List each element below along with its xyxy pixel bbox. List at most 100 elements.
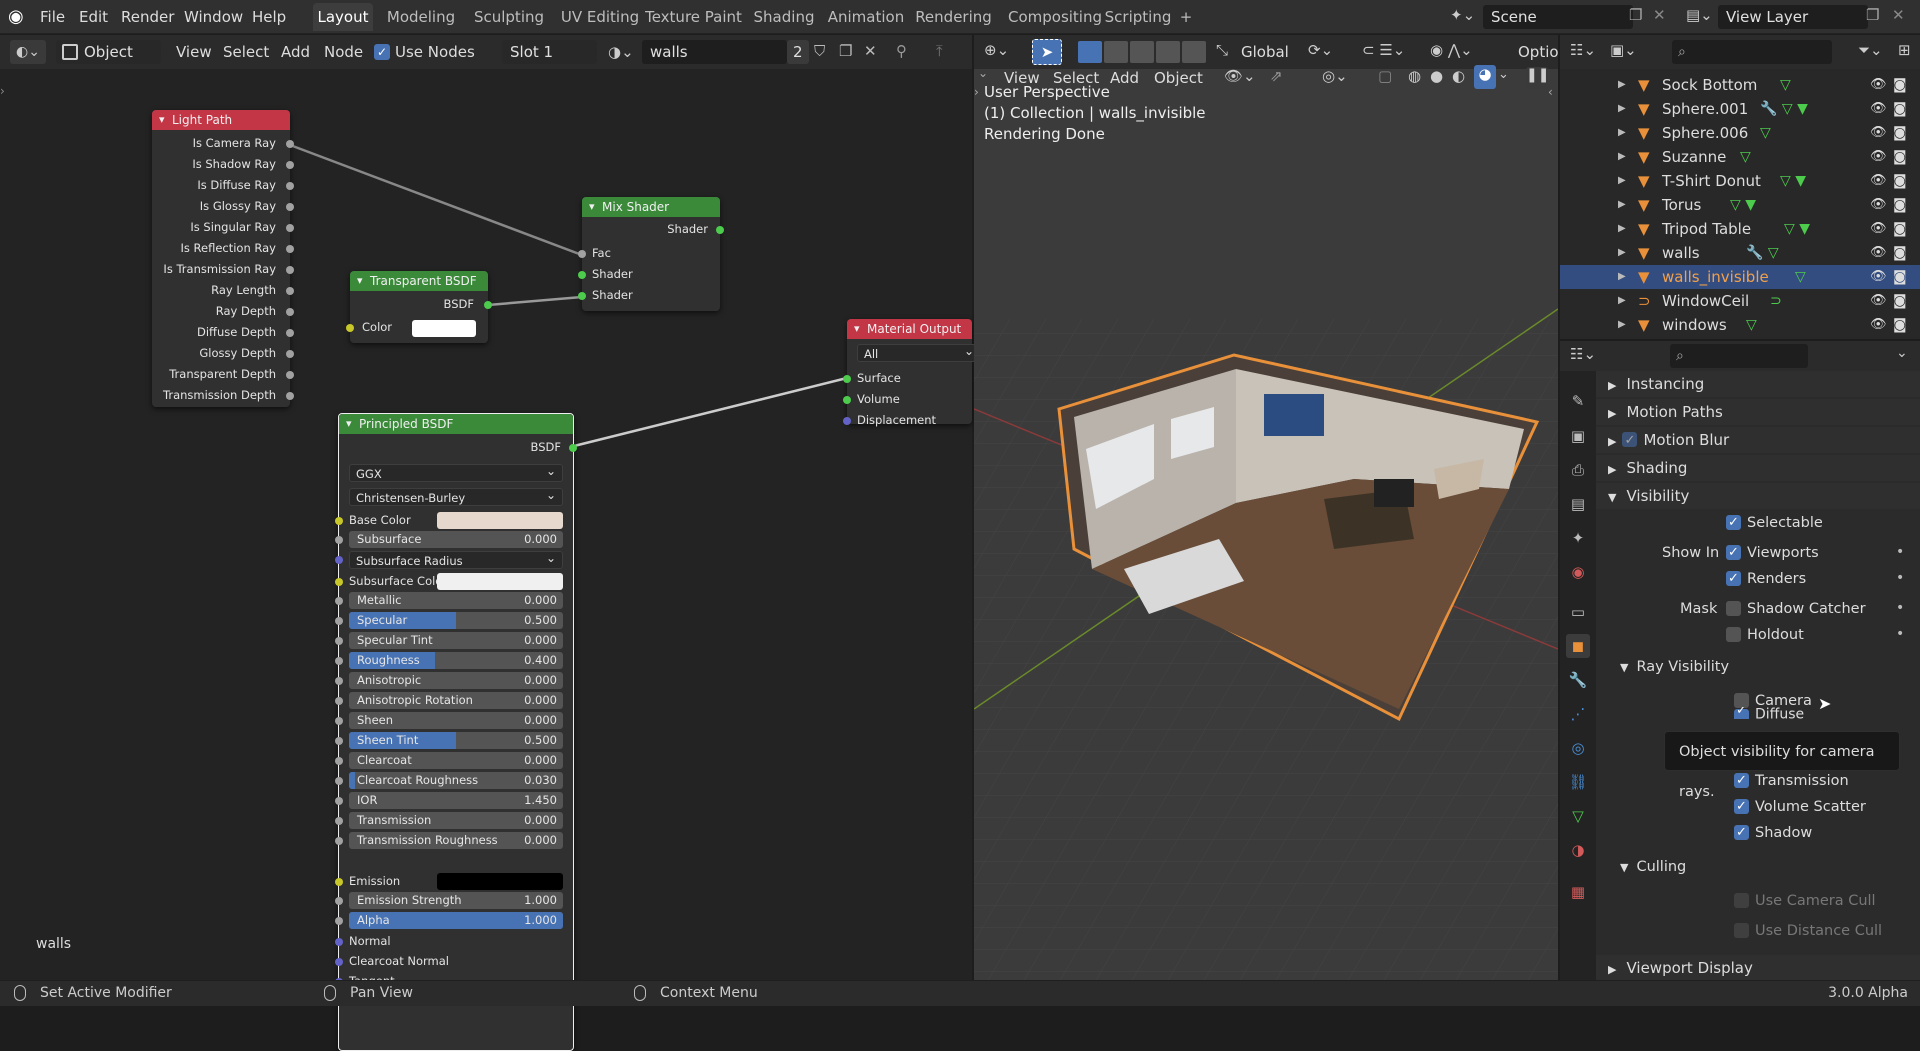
shadow-catcher-checkbox[interactable]: Shadow Catcher [1726, 597, 1866, 621]
add-workspace-button[interactable]: + [1176, 3, 1196, 31]
constraints-tab-icon[interactable]: ⛓ [1566, 770, 1590, 794]
object-data-icons[interactable]: ▽ [1740, 145, 1751, 169]
select-tool-icon[interactable]: ➤ [1032, 39, 1062, 65]
object-data-icons[interactable]: 🔧 ▽ [1746, 241, 1779, 265]
outliner-item[interactable]: ▶ ▼ Sphere.006 👁 ◙ ▽ [1560, 121, 1920, 145]
expand-arrow-icon[interactable]: ▶ [1618, 73, 1626, 97]
tab-scripting[interactable]: Scripting [1093, 3, 1183, 31]
expand-arrow-icon[interactable]: ▶ [1618, 121, 1626, 145]
outliner-display-mode-icon[interactable]: ▣⌄ [1610, 41, 1640, 63]
menu-add[interactable]: Add [281, 40, 310, 64]
outliner-item[interactable]: ▶ ▼ walls 👁 ◙ 🔧 ▽ [1560, 241, 1920, 265]
eye-icon[interactable]: 👁 [1870, 145, 1887, 169]
shading-options-icon[interactable]: ⌄ [1498, 67, 1512, 89]
render-camera-icon[interactable]: ◙ [1893, 289, 1907, 313]
expand-arrow-icon[interactable]: ▶ [1618, 217, 1626, 241]
slot-dropdown[interactable]: Slot 1 [502, 40, 597, 64]
socket-light-path-out-8[interactable] [286, 308, 294, 316]
material-name-field[interactable]: walls [642, 40, 787, 64]
material-tab-icon[interactable]: ◑ [1566, 838, 1590, 862]
menu-view[interactable]: View [176, 40, 212, 64]
socket-mix-shader2-in[interactable] [578, 292, 586, 300]
outliner[interactable]: ▶ ▼ Sock Bottom 👁 ◙ ▽ ▶ ▼ Sphere.001 👁 ◙ 🔧 ▽ ▼ ▶ ▼ Sph… [1560, 69, 1920, 339]
transparent-color-swatch[interactable] [412, 320, 476, 337]
expand-arrow-icon[interactable]: ▶ [1618, 289, 1626, 313]
slider-clearcoat-roughness[interactable]: Clearcoat Roughness 0.030 [349, 772, 563, 789]
render-camera-icon[interactable]: ◙ [1893, 217, 1907, 241]
outliner-item[interactable]: ▶ ▼ Sphere.001 👁 ◙ 🔧 ▽ ▼ [1560, 97, 1920, 121]
scene-field[interactable]: Scene [1483, 5, 1633, 29]
object-data-icons[interactable]: ▽ [1760, 121, 1771, 145]
texture-tab-icon[interactable]: ▦ [1566, 880, 1590, 904]
collection-tab-icon[interactable]: ▭ [1566, 600, 1590, 624]
object-tab-icon[interactable]: ◼ [1566, 634, 1590, 658]
distribution-dropdown[interactable]: GGX [349, 462, 563, 482]
render-camera-icon[interactable]: ◙ [1893, 97, 1907, 121]
socket-specular-tint-in[interactable] [335, 637, 343, 645]
section-instancing[interactable]: ▶ Instancing [1596, 371, 1920, 397]
socket-light-path-out-3[interactable] [286, 203, 294, 211]
section-motion-blur[interactable]: ▶Motion Blur [1596, 427, 1920, 454]
socket-sheen-in[interactable] [335, 717, 343, 725]
shading-material-icon[interactable]: ◐ [1452, 67, 1474, 89]
socket-subsurface-in[interactable] [335, 536, 343, 544]
expand-arrow-icon[interactable]: ▶ [1618, 241, 1626, 265]
socket-transmission-in[interactable] [335, 817, 343, 825]
subsection-culling[interactable]: ▼ Culling [1620, 855, 1686, 879]
properties-options-icon[interactable]: ⌄ [1896, 345, 1914, 367]
orientation-dropdown[interactable]: Global [1241, 40, 1289, 64]
slider-sheen-tint[interactable]: Sheen Tint 0.500 [349, 732, 563, 749]
eye-icon[interactable]: 👁 [1870, 121, 1887, 145]
object-data-icons[interactable]: ▽ ▼ [1780, 169, 1806, 193]
socket-clearcoat-in[interactable] [335, 757, 343, 765]
node-principled-bsdf[interactable]: Principled BSDF BSDF GGX Christensen-Bur… [335, 413, 577, 1051]
socket-emission-in[interactable] [335, 878, 343, 886]
shadow-ray-checkbox[interactable]: Shadow [1734, 821, 1812, 845]
select-mode-new-icon[interactable] [1078, 41, 1102, 63]
socket-light-path-out-10[interactable] [286, 350, 294, 358]
socket-output-surface-in[interactable] [843, 375, 851, 383]
properties-editor-type-icon[interactable]: ☷⌄ [1570, 345, 1600, 367]
render-camera-icon[interactable]: ◙ [1893, 313, 1907, 337]
socket-light-path-out-5[interactable] [286, 245, 294, 253]
viewport-menu-select[interactable]: Select [1053, 66, 1099, 90]
viewports-checkbox[interactable]: Viewports [1726, 541, 1819, 565]
tab-animation[interactable]: Animation [816, 3, 916, 31]
editor-type-icon[interactable]: ◐⌄ [10, 40, 46, 64]
use-nodes-checkbox[interactable]: ✓ [374, 44, 390, 60]
object-data-icons[interactable]: 🔧 ▽ ▼ [1760, 97, 1808, 121]
render-camera-icon[interactable]: ◙ [1893, 73, 1907, 97]
viewport-menu-object[interactable]: Object [1154, 66, 1203, 90]
slider-emission-strength[interactable]: Emission Strength 1.000 [349, 892, 563, 909]
render-camera-icon[interactable]: ◙ [1893, 265, 1907, 289]
slider-specular[interactable]: Specular 0.500 [349, 612, 563, 629]
3d-viewport[interactable]: User Perspective (1) Collection | walls_… [974, 69, 1558, 980]
eye-icon[interactable]: 👁 [1870, 169, 1887, 193]
duplicate-material-icon[interactable]: ❐ [839, 42, 859, 62]
output-tab-icon[interactable]: ⎙ [1566, 458, 1590, 482]
eye-icon[interactable]: 👁 [1870, 217, 1887, 241]
tool-tab-icon[interactable]: ✎ [1566, 389, 1590, 413]
socket-light-path-out-4[interactable] [286, 224, 294, 232]
outliner-item[interactable]: ▶ ▼ windows 👁 ◙ ▽ [1560, 313, 1920, 337]
parent-node-tree-icon[interactable]: ⤒ [936, 42, 956, 62]
selectable-checkbox[interactable]: Selectable [1726, 511, 1823, 535]
socket-clearcoat-normal-in[interactable] [335, 958, 343, 966]
render-camera-icon[interactable]: ◙ [1893, 145, 1907, 169]
select-mode-intersect-icon[interactable] [1182, 41, 1206, 63]
object-data-icons[interactable]: ⊃ [1770, 289, 1782, 313]
view-layer-icon[interactable]: ▤⌄ [1686, 6, 1716, 28]
expand-arrow-icon[interactable]: ▶ [1618, 265, 1626, 289]
eye-icon[interactable]: 👁 [1870, 265, 1887, 289]
delete-view-layer-icon[interactable]: ✕ [1892, 6, 1912, 28]
socket-light-path-out-1[interactable] [286, 161, 294, 169]
use-camera-cull-checkbox[interactable]: Use Camera Cull [1734, 889, 1876, 913]
section-motion-paths[interactable]: ▶ Motion Paths [1596, 399, 1920, 425]
holdout-checkbox[interactable]: Holdout [1726, 623, 1804, 647]
renders-keyframe-dot[interactable]: • [1896, 570, 1904, 586]
socket-emission-strength-in[interactable] [335, 897, 343, 905]
select-mode-subtract-icon[interactable] [1130, 41, 1154, 63]
shadow-catcher-keyframe-dot[interactable]: • [1896, 600, 1904, 616]
socket-clearcoat-roughness-in[interactable] [335, 777, 343, 785]
viewport-editor-type-icon[interactable]: ⊕⌄ [984, 41, 1014, 63]
